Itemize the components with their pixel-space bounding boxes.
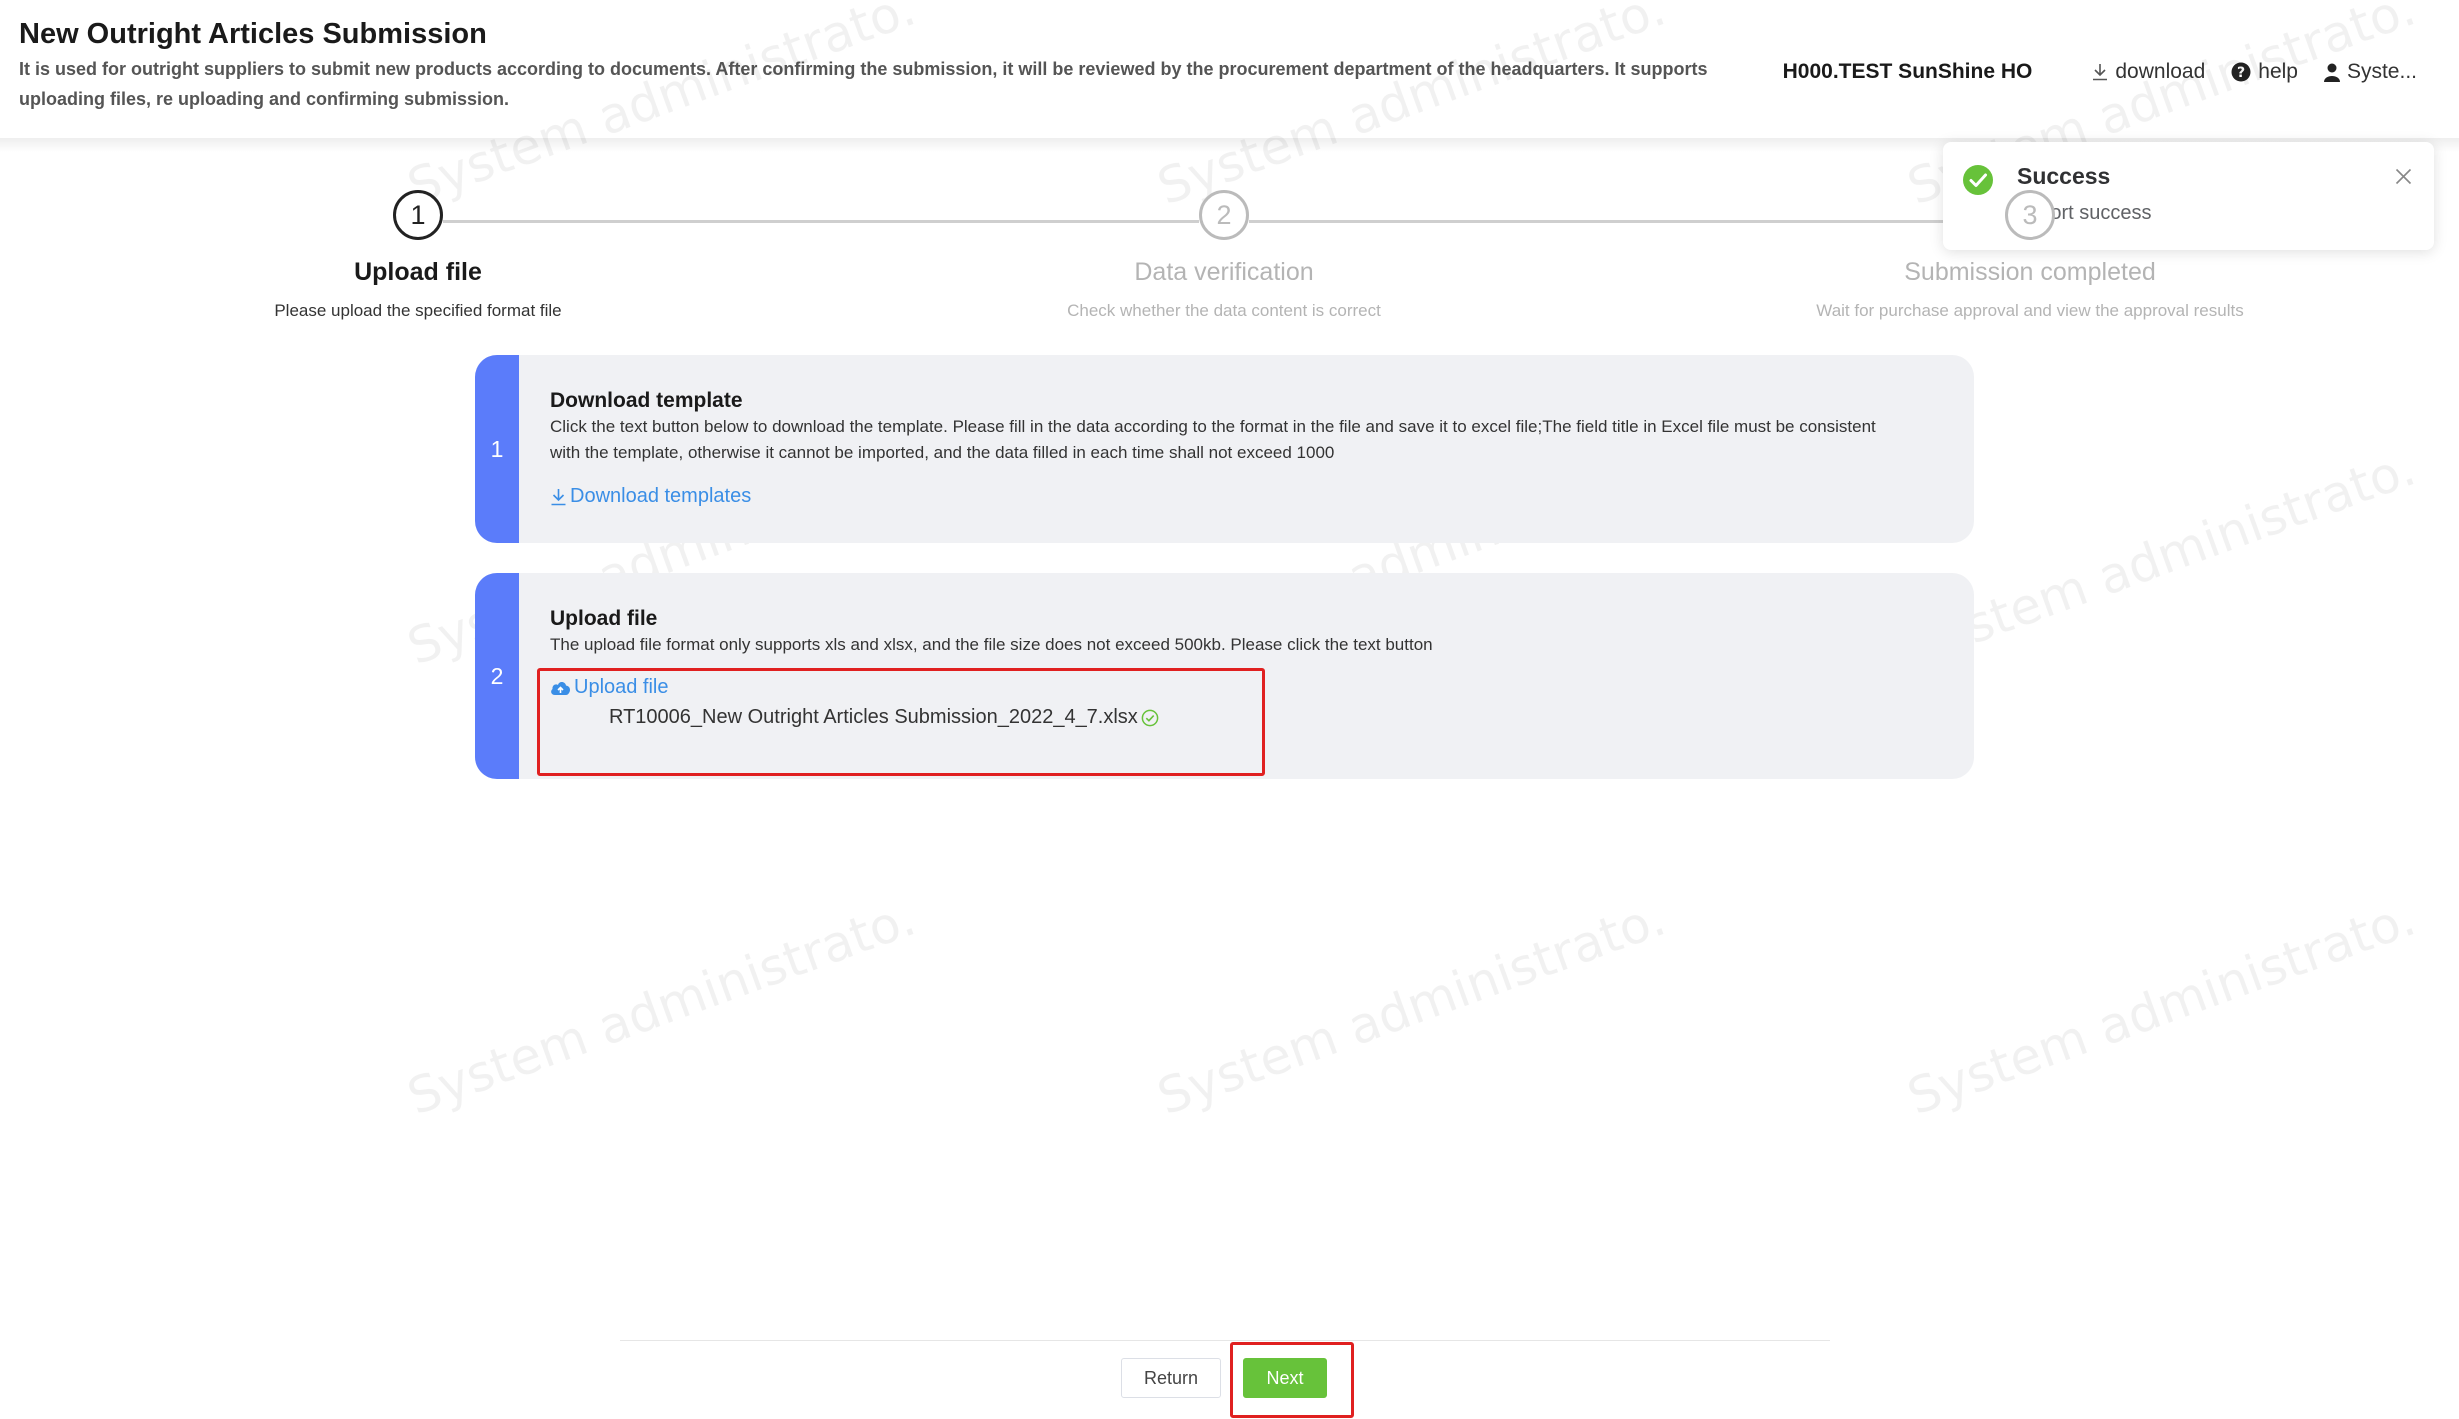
svg-text:?: ?: [2237, 65, 2245, 81]
upload-file-card: 2 Upload file The upload file format onl…: [475, 573, 1974, 779]
step-number: 1: [393, 190, 443, 240]
step-description: Please upload the specified format file: [274, 301, 562, 320]
download-template-card: 1 Download template Click the text butto…: [475, 355, 1974, 543]
card-number: 1: [475, 355, 519, 543]
help-link[interactable]: ? help: [2231, 60, 2298, 84]
help-icon: ?: [2231, 62, 2251, 82]
user-icon: [2323, 63, 2340, 82]
step-number: 2: [1199, 190, 1249, 240]
download-icon: [551, 488, 566, 505]
download-link[interactable]: download: [2092, 60, 2205, 84]
watermark: System administrato.: [1900, 438, 2423, 677]
step-description: Check whether the data content is correc…: [1067, 301, 1381, 320]
step-title: Data verification: [1134, 258, 1314, 286]
download-icon: [2093, 64, 2108, 81]
return-button[interactable]: Return: [1121, 1358, 1221, 1398]
step-description: Wait for purchase approval and view the …: [1816, 301, 2244, 320]
card-number: 2: [475, 573, 519, 779]
header-toolbar: H000.TEST SunShine HO download ? help Sy…: [1783, 60, 2417, 84]
uploaded-file-item[interactable]: RT10006_New Outright Articles Submission…: [609, 706, 1159, 729]
step-data-verification: 2 Data verification Check whether the da…: [844, 190, 1604, 321]
footer-divider: [620, 1340, 1830, 1341]
download-templates-link[interactable]: Download templates: [550, 485, 751, 508]
next-button[interactable]: Next: [1243, 1358, 1327, 1398]
step-upload-file: 1 Upload file Please upload the specifie…: [38, 190, 798, 321]
check-circle-icon: [1141, 709, 1159, 726]
help-label: help: [2258, 60, 2298, 83]
cloud-upload-icon: [551, 681, 570, 695]
page-header: New Outright Articles Submission It is u…: [0, 0, 2459, 138]
notification-title: Success: [2017, 163, 2111, 189]
watermark: System administrato.: [1150, 888, 1673, 1127]
step-title: Upload file: [354, 258, 482, 286]
page-description: It is used for outright suppliers to sub…: [19, 59, 1708, 109]
uploaded-file-name: RT10006_New Outright Articles Submission…: [609, 706, 1138, 728]
card-title: Upload file: [550, 607, 658, 630]
step-number: 3: [2005, 190, 2055, 240]
step-title: Submission completed: [1904, 258, 2156, 286]
download-templates-label: Download templates: [570, 485, 752, 507]
card-title: Download template: [550, 389, 743, 412]
user-label: Syste...: [2346, 60, 2417, 83]
upload-file-label: Upload file: [574, 676, 669, 698]
org-name: H000.TEST SunShine HO: [1782, 60, 2033, 83]
close-icon[interactable]: [2395, 168, 2412, 185]
card-instructions: Click the text button below to download …: [550, 417, 1876, 462]
download-label: download: [2115, 60, 2206, 83]
watermark: System administrato.: [400, 888, 923, 1127]
page-title: New Outright Articles Submission: [19, 18, 487, 50]
upload-file-button[interactable]: Upload file: [550, 676, 669, 699]
user-menu[interactable]: Syste...: [2323, 60, 2417, 84]
watermark: System administrato.: [1900, 888, 2423, 1127]
card-instructions: The upload file format only supports xls…: [550, 635, 1433, 654]
success-check-icon: [1963, 165, 1993, 195]
